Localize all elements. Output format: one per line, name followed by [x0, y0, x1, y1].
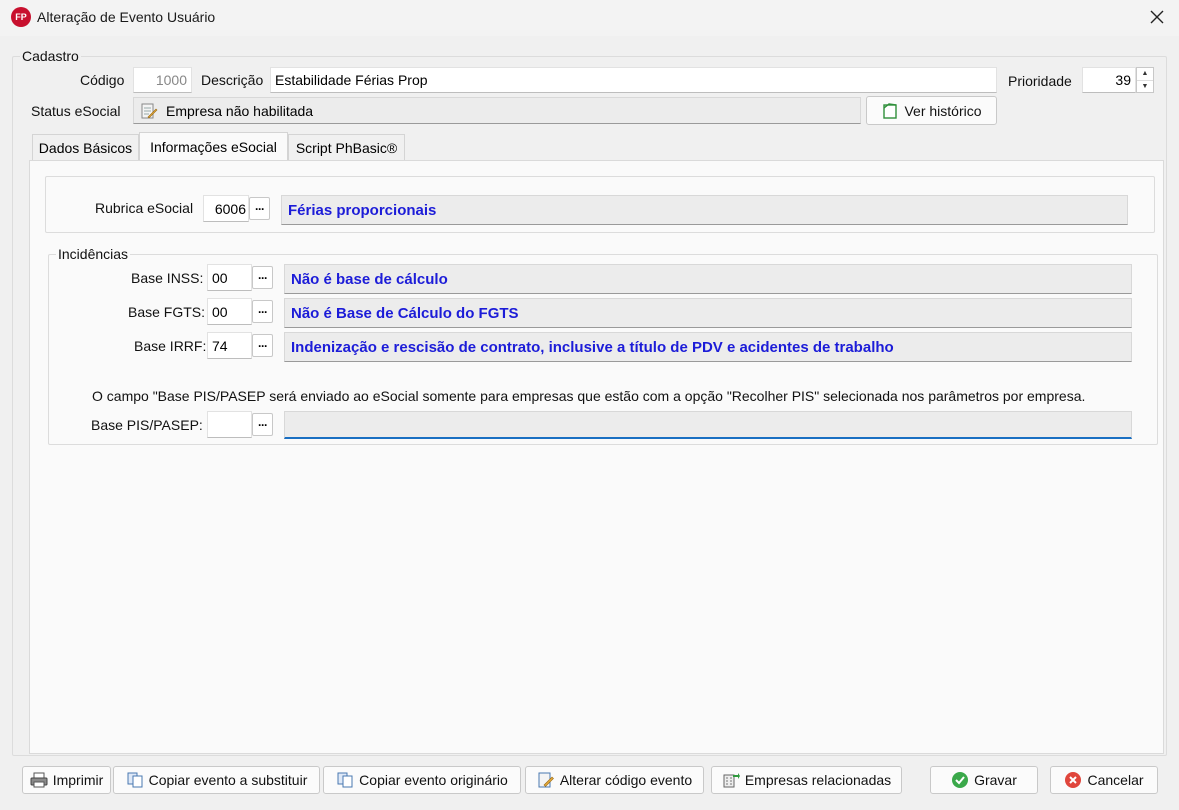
copy-icon — [336, 771, 354, 789]
alterar-codigo-evento-label: Alterar código evento — [559, 772, 693, 788]
copiar-evento-originario-button[interactable]: Copiar evento originário — [323, 766, 521, 794]
cancel-circle-icon — [1064, 771, 1082, 789]
base-pis-desc-field — [284, 411, 1132, 439]
imprimir-button[interactable]: Imprimir — [22, 766, 111, 794]
printer-icon — [30, 771, 48, 789]
base-fgts-desc-field: Não é Base de Cálculo do FGTS — [284, 298, 1132, 328]
codigo-field[interactable]: 1000 — [133, 67, 192, 93]
tab-dados-basicos-label: Dados Básicos — [38, 139, 133, 156]
base-inss-desc-field: Não é base de cálculo — [284, 264, 1132, 294]
tab-dados-basicos[interactable]: Dados Básicos — [32, 134, 139, 160]
alterar-codigo-evento-button[interactable]: Alterar código evento — [525, 766, 704, 794]
app-logo-icon: FP — [11, 7, 31, 27]
base-irrf-desc-value: Indenização e rescisão de contrato, incl… — [291, 338, 894, 356]
descricao-label: Descrição — [201, 72, 264, 88]
status-field: Empresa não habilitada — [133, 97, 861, 124]
window-title: Alteração de Evento Usuário — [37, 9, 216, 25]
base-inss-code-field[interactable]: 00 — [207, 264, 252, 291]
stepper-up-icon[interactable]: ▲ — [1137, 68, 1153, 80]
base-fgts-lookup-button[interactable]: ··· — [252, 300, 273, 323]
check-circle-icon — [951, 771, 969, 789]
status-label: Status eSocial — [31, 103, 121, 119]
gravar-label: Gravar — [974, 772, 1017, 788]
base-fgts-label: Base FGTS: — [128, 304, 206, 320]
rubrica-desc-field: Férias proporcionais — [281, 195, 1128, 225]
gravar-button[interactable]: Gravar — [930, 766, 1038, 794]
prioridade-value: 39 — [1115, 72, 1131, 88]
copiar-evento-originario-label: Copiar evento originário — [359, 772, 508, 788]
incidencias-legend: Incidências — [56, 246, 131, 262]
cancelar-label: Cancelar — [1087, 772, 1144, 788]
base-fgts-desc-value: Não é Base de Cálculo do FGTS — [291, 304, 519, 322]
edit-document-icon — [537, 771, 555, 789]
ver-historico-label: Ver histórico — [904, 102, 982, 119]
ver-historico-button[interactable]: Ver histórico — [866, 96, 997, 125]
imprimir-label: Imprimir — [52, 772, 104, 788]
cancelar-button[interactable]: Cancelar — [1050, 766, 1158, 794]
rubrica-desc-value: Férias proporcionais — [288, 201, 437, 219]
base-irrf-label: Base IRRF: — [134, 338, 207, 354]
rubrica-lookup-button[interactable]: ··· — [249, 197, 270, 220]
base-irrf-desc-field: Indenização e rescisão de contrato, incl… — [284, 332, 1132, 362]
status-value: Empresa não habilitada — [166, 102, 314, 119]
descricao-field[interactable]: Estabilidade Férias Prop — [270, 67, 997, 93]
base-irrf-code-field[interactable]: 74 — [207, 332, 252, 359]
base-inss-code-value: 00 — [212, 269, 228, 286]
descricao-value: Estabilidade Férias Prop — [275, 72, 428, 88]
copiar-evento-substituir-button[interactable]: Copiar evento a substituir — [113, 766, 320, 794]
company-export-icon — [722, 771, 740, 789]
close-button[interactable] — [1137, 2, 1177, 32]
base-inss-label: Base INSS: — [131, 270, 204, 286]
cadastro-legend: Cadastro — [20, 48, 81, 64]
stepper-down-icon[interactable]: ▼ — [1137, 79, 1153, 93]
base-irrf-code-value: 74 — [212, 337, 228, 354]
base-irrf-lookup-button[interactable]: ··· — [252, 334, 273, 357]
codigo-label: Código — [80, 72, 125, 88]
rubrica-code-value: 6006 — [214, 200, 246, 217]
pis-note-text: O campo "Base PIS/PASEP será enviado ao … — [92, 388, 1086, 404]
tab-script-phbasic[interactable]: Script PhBasic® — [288, 134, 405, 160]
close-icon — [1150, 10, 1164, 24]
base-fgts-code-field[interactable]: 00 — [207, 298, 252, 325]
base-pis-label: Base PIS/PASEP: — [91, 417, 203, 433]
prioridade-label: Prioridade — [1008, 73, 1072, 89]
codigo-value: 1000 — [155, 72, 187, 88]
copiar-evento-substituir-label: Copiar evento a substituir — [148, 772, 308, 788]
empresas-relacionadas-button[interactable]: Empresas relacionadas — [711, 766, 902, 794]
empresas-relacionadas-label: Empresas relacionadas — [744, 772, 892, 788]
tab-script-phbasic-label: Script PhBasic® — [295, 139, 398, 156]
base-pis-lookup-button[interactable]: ··· — [252, 413, 273, 436]
base-inss-desc-value: Não é base de cálculo — [291, 270, 448, 288]
document-pencil-icon — [140, 102, 158, 120]
prioridade-stepper[interactable]: ▲ ▼ — [1136, 67, 1154, 93]
rubrica-code-field[interactable]: 6006 — [203, 195, 249, 222]
base-pis-code-field[interactable] — [207, 411, 252, 438]
tab-informacoes-esocial[interactable]: Informações eSocial — [139, 132, 288, 160]
base-fgts-code-value: 00 — [212, 303, 228, 320]
tab-page — [29, 160, 1164, 754]
prioridade-field[interactable]: 39 — [1082, 67, 1136, 93]
base-inss-lookup-button[interactable]: ··· — [252, 266, 273, 289]
rubrica-label: Rubrica eSocial — [95, 200, 194, 216]
history-document-icon — [881, 102, 899, 120]
copy-icon — [126, 771, 144, 789]
tab-informacoes-esocial-label: Informações eSocial — [150, 138, 277, 155]
